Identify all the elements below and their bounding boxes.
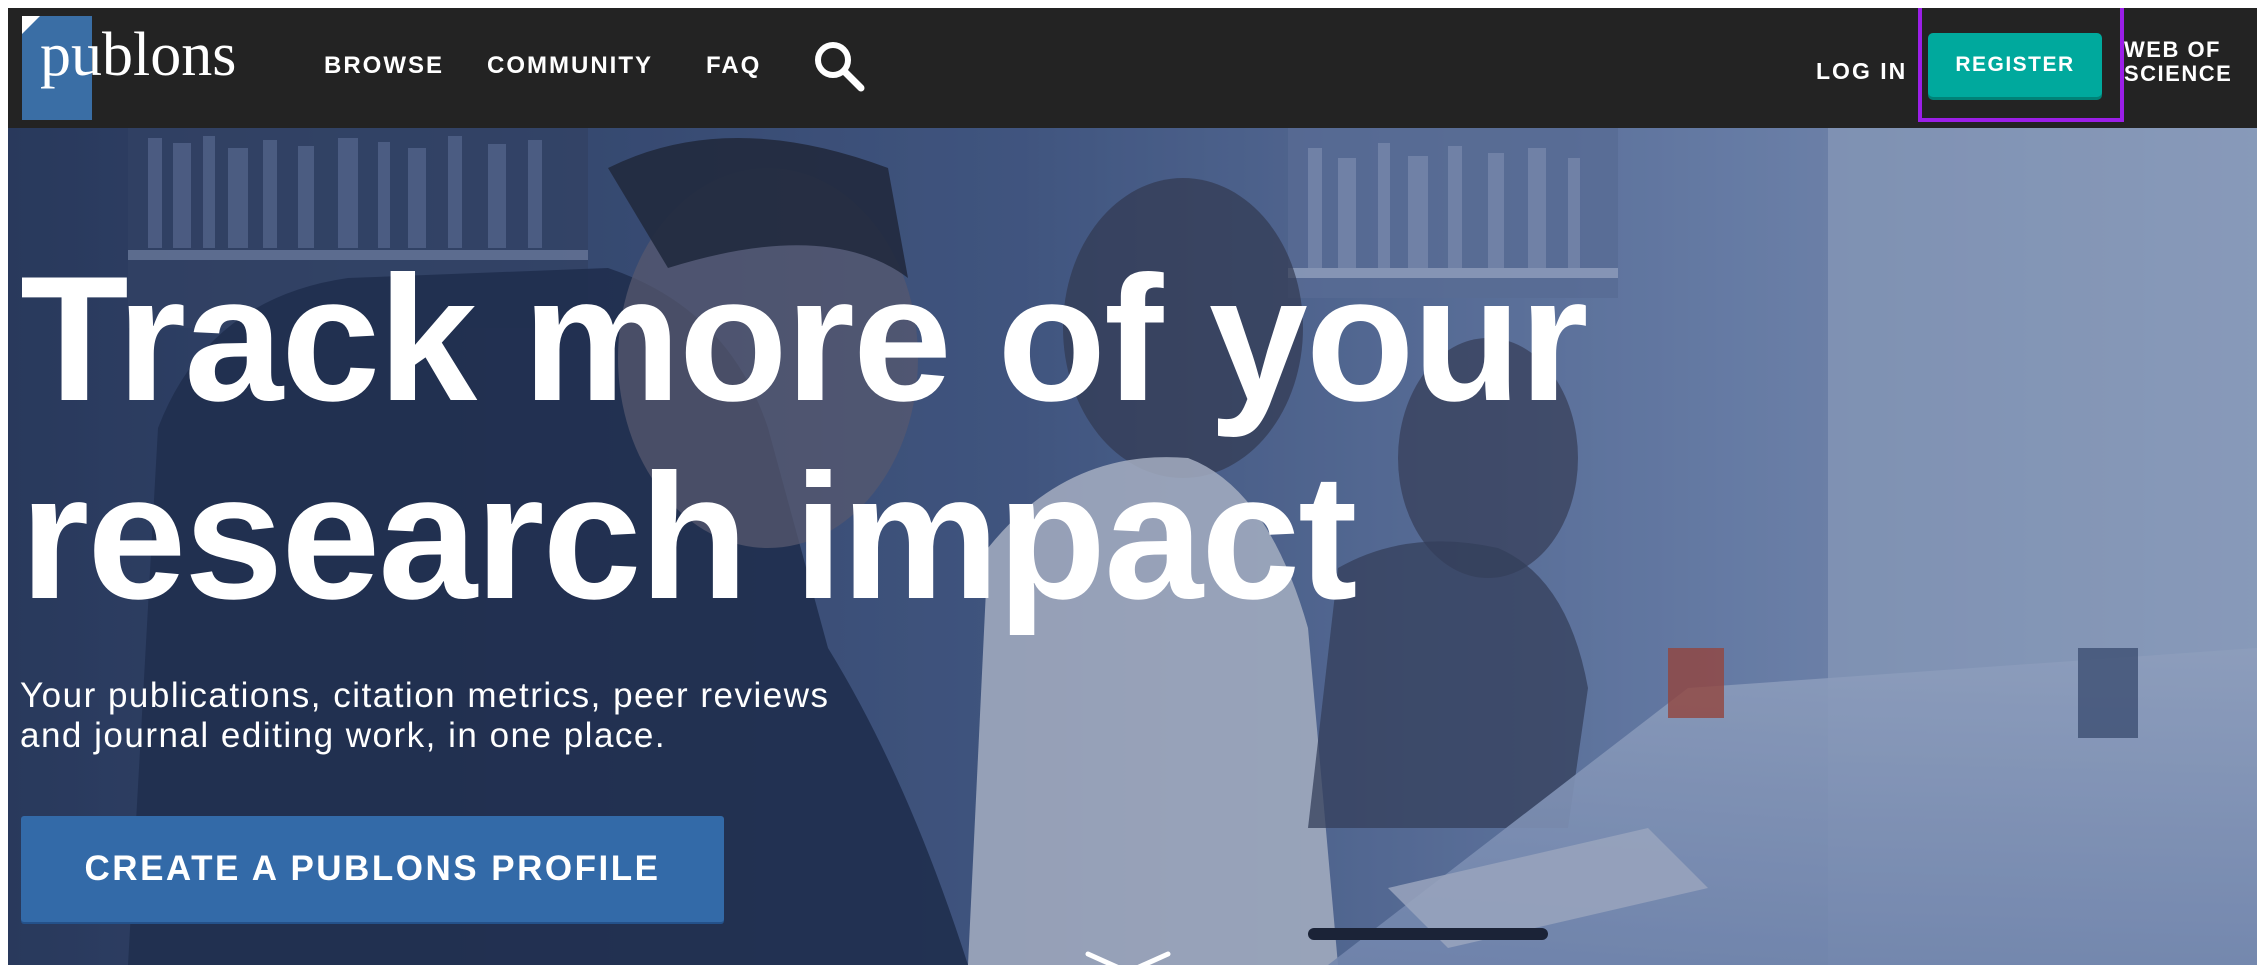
hero-subtitle-line2: and journal editing work, in one place. <box>20 716 667 755</box>
page: publons BROWSE COMMUNITY FAQ LOG IN REGI… <box>8 8 2257 965</box>
chevron-down-icon[interactable] <box>1078 950 1178 965</box>
hero-title-line2: research impact <box>20 437 1357 636</box>
web-of-science-line2: SCIENCE <box>2124 61 2233 86</box>
create-profile-button[interactable]: CREATE A PUBLONS PROFILE <box>21 816 724 922</box>
hero-subtitle-line1: Your publications, citation metrics, pee… <box>20 676 830 715</box>
web-of-science-link[interactable]: WEB OF SCIENCE <box>2124 38 2232 86</box>
search-icon[interactable] <box>811 38 867 94</box>
web-of-science-line1: WEB OF <box>2124 37 2221 62</box>
hero-title: Track more of your research impact <box>20 239 1589 636</box>
nav-community-link[interactable]: COMMUNITY <box>487 52 653 80</box>
register-button[interactable]: REGISTER <box>1928 33 2102 97</box>
nav-browse-link[interactable]: BROWSE <box>324 52 444 80</box>
logo-corner-mark <box>22 16 40 34</box>
logo-text: publons <box>40 21 237 89</box>
publons-logo[interactable]: publons <box>22 16 292 120</box>
hero-title-line1: Track more of your <box>20 239 1589 438</box>
hero-section: Track more of your research impact Your … <box>8 128 2257 965</box>
login-link[interactable]: LOG IN <box>1816 58 1907 85</box>
top-navigation-bar: publons BROWSE COMMUNITY FAQ LOG IN REGI… <box>8 8 2257 128</box>
nav-faq-link[interactable]: FAQ <box>706 52 761 80</box>
hero-subtitle: Your publications, citation metrics, pee… <box>20 676 1020 756</box>
